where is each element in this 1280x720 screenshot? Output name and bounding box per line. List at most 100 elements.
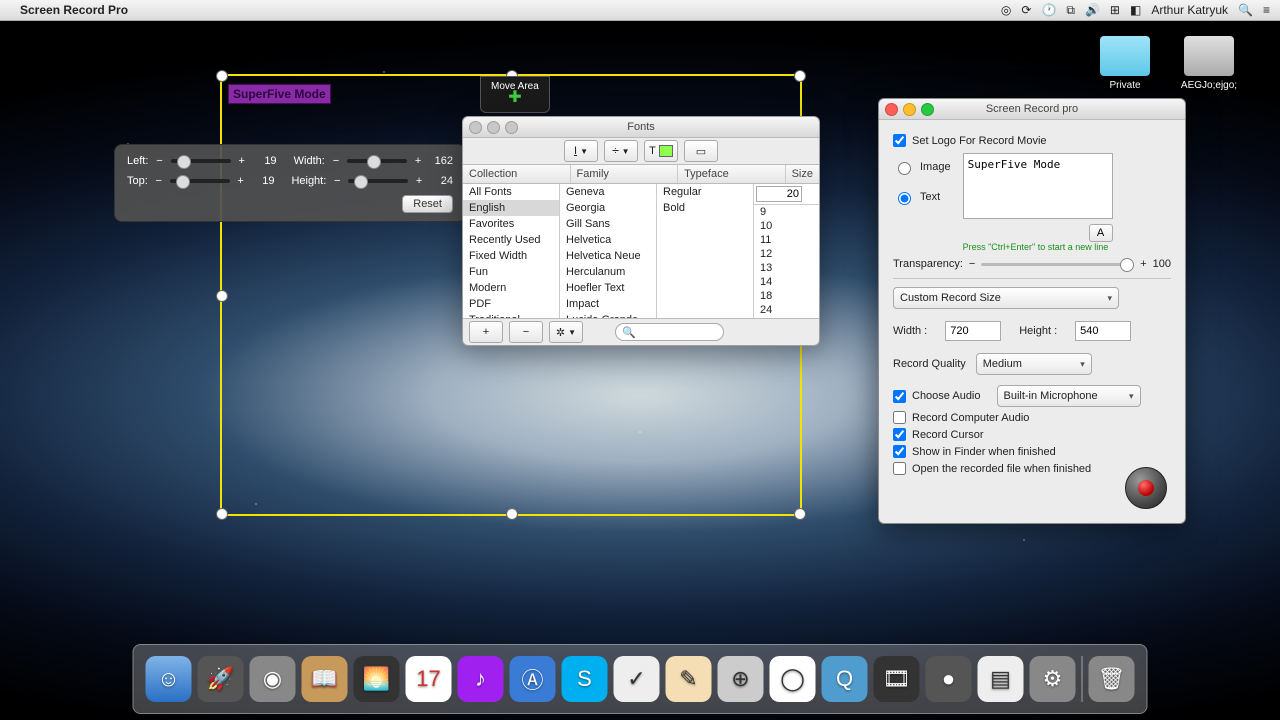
list-item[interactable]: 9 — [754, 205, 819, 219]
set-logo-checkbox[interactable]: Set Logo For Record Movie — [893, 134, 1171, 147]
reset-button[interactable]: Reset — [402, 195, 453, 213]
dock-screenrecord-icon[interactable]: ● — [926, 656, 972, 702]
minus-icon[interactable]: − — [154, 175, 164, 187]
choose-audio-checkbox[interactable]: Choose Audio Built-in Microphone — [893, 385, 1171, 407]
dock-skype-icon[interactable]: S — [562, 656, 608, 702]
plus-icon[interactable]: + — [1140, 258, 1146, 270]
dock-contacts-icon[interactable]: 📖 — [302, 656, 348, 702]
list-item[interactable]: Fixed Width — [463, 248, 559, 264]
dock-notes-icon[interactable]: ✎ — [666, 656, 712, 702]
logo-text-input[interactable]: SuperFive Mode — [963, 153, 1113, 219]
dock-itunes-icon[interactable]: ♪ — [458, 656, 504, 702]
list-item[interactable]: Georgia — [560, 200, 656, 216]
add-button[interactable]: + — [469, 321, 503, 343]
audio-select[interactable]: Built-in Microphone — [997, 385, 1141, 407]
zoom-icon[interactable] — [505, 121, 518, 134]
list-item[interactable]: Favorites — [463, 216, 559, 232]
list-item[interactable]: Impact — [560, 296, 656, 312]
dock-safari-icon[interactable]: ⊕ — [718, 656, 764, 702]
list-item[interactable]: PDF — [463, 296, 559, 312]
dock-textedit-icon[interactable]: ▤ — [978, 656, 1024, 702]
collection-list[interactable]: All FontsEnglishFavoritesRecently UsedFi… — [463, 184, 560, 318]
plus-icon[interactable]: + — [414, 175, 424, 187]
size-input[interactable] — [756, 186, 802, 202]
logo-text-radio[interactable]: Text — [893, 189, 951, 205]
minimize-icon[interactable] — [903, 103, 916, 116]
list-item[interactable]: Modern — [463, 280, 559, 296]
transparency-slider[interactable] — [981, 263, 1134, 266]
height-slider[interactable] — [348, 179, 408, 183]
list-item[interactable]: Recently Used — [463, 232, 559, 248]
text-color-button[interactable]: T — [644, 140, 678, 162]
menubar-volume-icon[interactable]: 🔊 — [1085, 3, 1100, 17]
dock-reminders-icon[interactable]: ✓ — [614, 656, 660, 702]
list-item[interactable]: Gill Sans — [560, 216, 656, 232]
notification-icon[interactable]: ≡ — [1263, 3, 1270, 17]
show-in-finder-checkbox[interactable]: Show in Finder when finished — [893, 445, 1171, 458]
plus-icon[interactable]: + — [236, 175, 246, 187]
list-item[interactable]: Herculanum — [560, 264, 656, 280]
menubar-battery-icon[interactable]: ◧ — [1130, 3, 1141, 17]
dock-launchpad-icon[interactable]: 🚀 — [198, 656, 244, 702]
open-after-checkbox[interactable]: Open the recorded file when finished — [893, 462, 1171, 475]
list-item[interactable]: Helvetica Neue — [560, 248, 656, 264]
list-item[interactable]: Geneva — [560, 184, 656, 200]
app-name[interactable]: Screen Record Pro — [20, 3, 128, 17]
dock-chrome-icon[interactable]: ◯ — [770, 656, 816, 702]
width-input[interactable] — [945, 321, 1001, 341]
menubar-sync-icon[interactable]: ⟳ — [1021, 3, 1031, 17]
list-item[interactable]: 13 — [754, 261, 819, 275]
list-item[interactable]: 18 — [754, 289, 819, 303]
logo-image-radio[interactable]: Image — [893, 159, 951, 175]
height-input[interactable] — [1075, 321, 1131, 341]
record-size-select[interactable]: Custom Record Size — [893, 287, 1119, 309]
dock-camera-icon[interactable]: ◉ — [250, 656, 296, 702]
size-list[interactable]: 910111213141824 — [754, 204, 819, 317]
list-item[interactable]: Regular — [657, 184, 753, 200]
dock-photos-icon[interactable]: 🌅 — [354, 656, 400, 702]
minimize-icon[interactable] — [487, 121, 500, 134]
list-item[interactable]: 11 — [754, 233, 819, 247]
list-item[interactable]: English — [463, 200, 559, 216]
quality-select[interactable]: Medium — [976, 353, 1092, 375]
dock-settings-icon[interactable]: ⚙ — [1030, 656, 1076, 702]
logo-text-overlay[interactable]: SuperFive Mode — [228, 84, 331, 104]
dock-quicktime-icon[interactable]: Q — [822, 656, 868, 702]
app-titlebar[interactable]: Screen Record pro — [879, 99, 1185, 120]
dock-finder-icon[interactable]: ☺ — [146, 656, 192, 702]
menubar-status-icon[interactable]: ◎ — [1001, 3, 1011, 17]
list-item[interactable]: Traditional — [463, 312, 559, 318]
list-item[interactable]: 12 — [754, 247, 819, 261]
record-cursor-checkbox[interactable]: Record Cursor — [893, 428, 1171, 441]
zoom-icon[interactable] — [921, 103, 934, 116]
menubar-user[interactable]: Arthur Katryuk — [1151, 3, 1228, 17]
close-icon[interactable] — [885, 103, 898, 116]
action-menu[interactable]: ✲▼ — [549, 321, 583, 343]
spotlight-icon[interactable]: 🔍 — [1238, 3, 1253, 17]
list-item[interactable]: Hoefler Text — [560, 280, 656, 296]
strike-button[interactable]: ÷ ▼ — [604, 140, 638, 162]
plus-icon[interactable]: + — [413, 155, 423, 167]
list-item[interactable]: Helvetica — [560, 232, 656, 248]
minus-icon[interactable]: − — [331, 155, 341, 167]
minus-icon[interactable]: − — [154, 155, 164, 167]
top-slider[interactable] — [170, 179, 230, 183]
record-computer-audio-checkbox[interactable]: Record Computer Audio — [893, 411, 1171, 424]
list-item[interactable]: Lucida Grande — [560, 312, 656, 318]
list-item[interactable]: 14 — [754, 275, 819, 289]
menubar-display-icon[interactable]: ⊞ — [1110, 3, 1120, 17]
minus-icon[interactable]: − — [332, 175, 342, 187]
font-search[interactable]: 🔍 — [615, 323, 724, 341]
left-slider[interactable] — [171, 159, 231, 163]
desktop-drive[interactable]: AEGJo;ejgo; — [1174, 36, 1244, 91]
dock-appstore-icon[interactable]: Ⓐ — [510, 656, 556, 702]
menubar-wifi-icon[interactable]: ⧉ — [1066, 3, 1075, 18]
minus-icon[interactable]: − — [969, 258, 975, 270]
dock-movie-icon[interactable]: 🎞 — [874, 656, 920, 702]
family-list[interactable]: GenevaGeorgiaGill SansHelveticaHelvetica… — [560, 184, 657, 318]
width-slider[interactable] — [347, 159, 407, 163]
record-button[interactable] — [1125, 467, 1167, 509]
menubar-clock-icon[interactable]: 🕐 — [1041, 3, 1056, 17]
font-picker-button[interactable]: A — [1089, 224, 1113, 242]
dock-ical-icon[interactable]: 17 — [406, 656, 452, 702]
